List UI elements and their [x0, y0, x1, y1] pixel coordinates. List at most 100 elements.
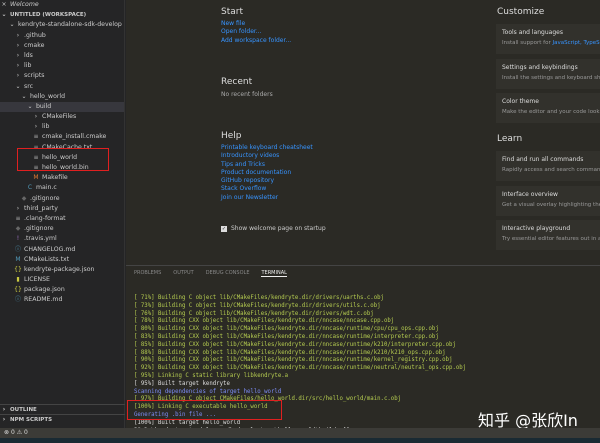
terminal-line: [ 90%] Building CXX object lib/CMakeFile… [134, 357, 453, 364]
tree-item-label: scripts [24, 72, 45, 80]
tree-item[interactable]: {} package.json [0, 285, 124, 295]
tree-item[interactable]: Cmain.c [0, 183, 124, 193]
show-welcome-checkbox[interactable]: ✓ Show welcome page on startup [221, 225, 326, 232]
info-icon: ⓘ [14, 296, 21, 304]
checkbox-icon[interactable]: ✓ [221, 225, 227, 232]
git-icon: ◆ [21, 194, 27, 202]
tree-item[interactable]: › lds [0, 51, 124, 61]
tab-problems[interactable]: PROBLEMS [134, 270, 161, 277]
tree-item-label: build [36, 102, 52, 110]
terminal-line: [ 78%] Building CXX object lib/CMakeFile… [134, 318, 395, 325]
welcome-link[interactable]: Join our Newsletter [221, 194, 313, 202]
tree-item[interactable]: ⌄ hello_world [0, 92, 124, 102]
card-title: Tools and languages [502, 29, 563, 36]
tree-item[interactable]: ⓘ README.md [0, 295, 124, 305]
tree-item[interactable]: ≡ cmake_install.cmake [0, 132, 124, 142]
tree-item[interactable]: {} kendryte-package.json [0, 265, 124, 275]
welcome-link[interactable]: Product documentation [221, 169, 313, 177]
open-editor-welcome[interactable]: × Welcome [0, 0, 124, 10]
tree-item-label: kendryte-standalone-sdk-develop [18, 21, 122, 29]
tree-item-label: LICENSE [24, 276, 50, 284]
info-icon: ⓘ [14, 245, 21, 253]
tree-item-label: CMakeLists.txt [24, 255, 70, 263]
tree-item-label: .gitignore [24, 225, 54, 233]
tree-item-label: .gitignore [30, 194, 60, 202]
chevron-right-icon: › [34, 113, 38, 121]
tree-item[interactable]: ◆ .gitignore [0, 194, 124, 204]
chevron-right-icon: › [16, 204, 20, 212]
tab-terminal[interactable]: TERMINAL [261, 270, 287, 277]
customize-card[interactable]: Settings and keybindings Install the sett… [496, 58, 600, 89]
card-desc: Try essential editor features out in a s… [502, 236, 600, 242]
tree-item[interactable]: ◆ .gitignore [0, 224, 124, 234]
tree-item-label: lds [24, 51, 33, 59]
terminal-line: [ 92%] Building CXX object lib/CMakeFile… [134, 365, 467, 372]
welcome-link[interactable]: New file [221, 20, 291, 28]
terminal-line: [ 71%] Building C object lib/CMakeFiles/… [134, 295, 384, 301]
terminal-line: Scanning dependencies of target hello_wo… [134, 388, 282, 395]
file-icon: ≡ [15, 214, 21, 222]
tree-item-label: package.json [24, 286, 65, 294]
learn-card[interactable]: Interface overview Get a visual overlay h… [496, 185, 600, 216]
chevron-down-icon: ⌄ [9, 21, 15, 29]
terminal-line: [ 80%] Building CXX object lib/CMakeFile… [134, 326, 439, 333]
highlight-box-files [17, 148, 109, 171]
tree-item[interactable]: ⌄ build [0, 101, 124, 113]
tree-item[interactable]: M Makefile [0, 173, 124, 183]
learn-card[interactable]: Find and run all commands Rapidly access … [496, 151, 600, 181]
warning-icon[interactable]: ⚠ [17, 429, 22, 436]
npm-scripts-section[interactable]: › NPM SCRIPTS [0, 414, 125, 424]
close-icon[interactable]: × [0, 0, 8, 10]
license-icon: ▮ [16, 276, 20, 284]
chevron-down-icon: ⌄ [15, 82, 21, 90]
tree-item[interactable]: ⌄ kendryte-standalone-sdk-develop [0, 20, 124, 30]
welcome-link[interactable]: Printable keyboard cheatsheet [221, 144, 313, 152]
yml-icon: ! [16, 235, 20, 243]
welcome-link[interactable]: GitHub repository [221, 177, 313, 185]
json-icon: {} [14, 265, 22, 273]
error-icon[interactable]: ⊗ [4, 429, 9, 436]
tree-item[interactable]: ⌄ src [0, 82, 124, 92]
outline-section[interactable]: › OUTLINE [0, 404, 125, 414]
tree-item-label: main.c [36, 184, 57, 192]
welcome-link[interactable]: Open folder... [221, 28, 291, 36]
card-title: Settings and keybindings [502, 63, 578, 71]
welcome-link[interactable]: Add workspace folder... [221, 37, 291, 45]
tree-item[interactable]: › third_party [0, 204, 124, 214]
tree-item[interactable]: › CMakeFiles [0, 112, 124, 122]
chevron-right-icon: › [16, 72, 20, 80]
tree-item[interactable]: ⓘ CHANGELOG.md [0, 245, 124, 255]
chevron-right-icon: › [2, 405, 6, 413]
tree-item-label: hello_world [30, 92, 66, 100]
no-recent: No recent folders [221, 91, 273, 98]
card-title: Color theme [502, 98, 539, 105]
tree-item[interactable]: › lib [0, 122, 124, 132]
learn-card[interactable]: Interactive playground Try essential edit… [496, 220, 600, 250]
json-icon: {} [14, 286, 22, 294]
tree-item[interactable]: ≡ .clang-format [0, 214, 124, 224]
taskbar [0, 438, 600, 443]
tree-item-label: CMakeFiles [42, 113, 77, 121]
customize-card[interactable]: Tools and languages Install support for J… [496, 24, 600, 54]
tree-item[interactable]: ! .travis.yml [0, 234, 124, 244]
tree-item[interactable]: › cmake [0, 41, 124, 51]
tree-item[interactable]: › lib [0, 61, 124, 71]
tab-debug-console[interactable]: DEBUG CONSOLE [206, 270, 250, 277]
tree-item-label: CHANGELOG.md [24, 245, 76, 253]
tab-output[interactable]: OUTPUT [173, 270, 193, 277]
tree-item[interactable]: ▮ LICENSE [0, 275, 124, 285]
workspace-header[interactable]: ⌄ UNTITLED (WORKSPACE) [0, 10, 124, 20]
card-links[interactable]: JavaScript, TypeScript [552, 40, 600, 46]
explorer-sidebar: × Welcome ⌄ UNTITLED (WORKSPACE) ⌄ kendryte… [0, 0, 125, 428]
tree-item[interactable]: › scripts [0, 71, 124, 81]
customize-heading: Customize [497, 7, 545, 17]
card-desc: Install the settings and keyboard shortc… [502, 74, 600, 81]
tree-item-label: .travis.yml [24, 235, 57, 243]
tree-item[interactable]: › .github [0, 31, 124, 41]
chevron-down-icon: ⌄ [1, 11, 7, 19]
welcome-link[interactable]: Introductory videos [221, 152, 313, 160]
customize-card[interactable]: Color theme Make the editor and your code… [496, 93, 600, 123]
welcome-link[interactable]: Stack Overflow [221, 185, 313, 193]
welcome-link[interactable]: Tips and Tricks [221, 161, 313, 169]
tree-item[interactable]: M CMakeLists.txt [0, 255, 124, 265]
